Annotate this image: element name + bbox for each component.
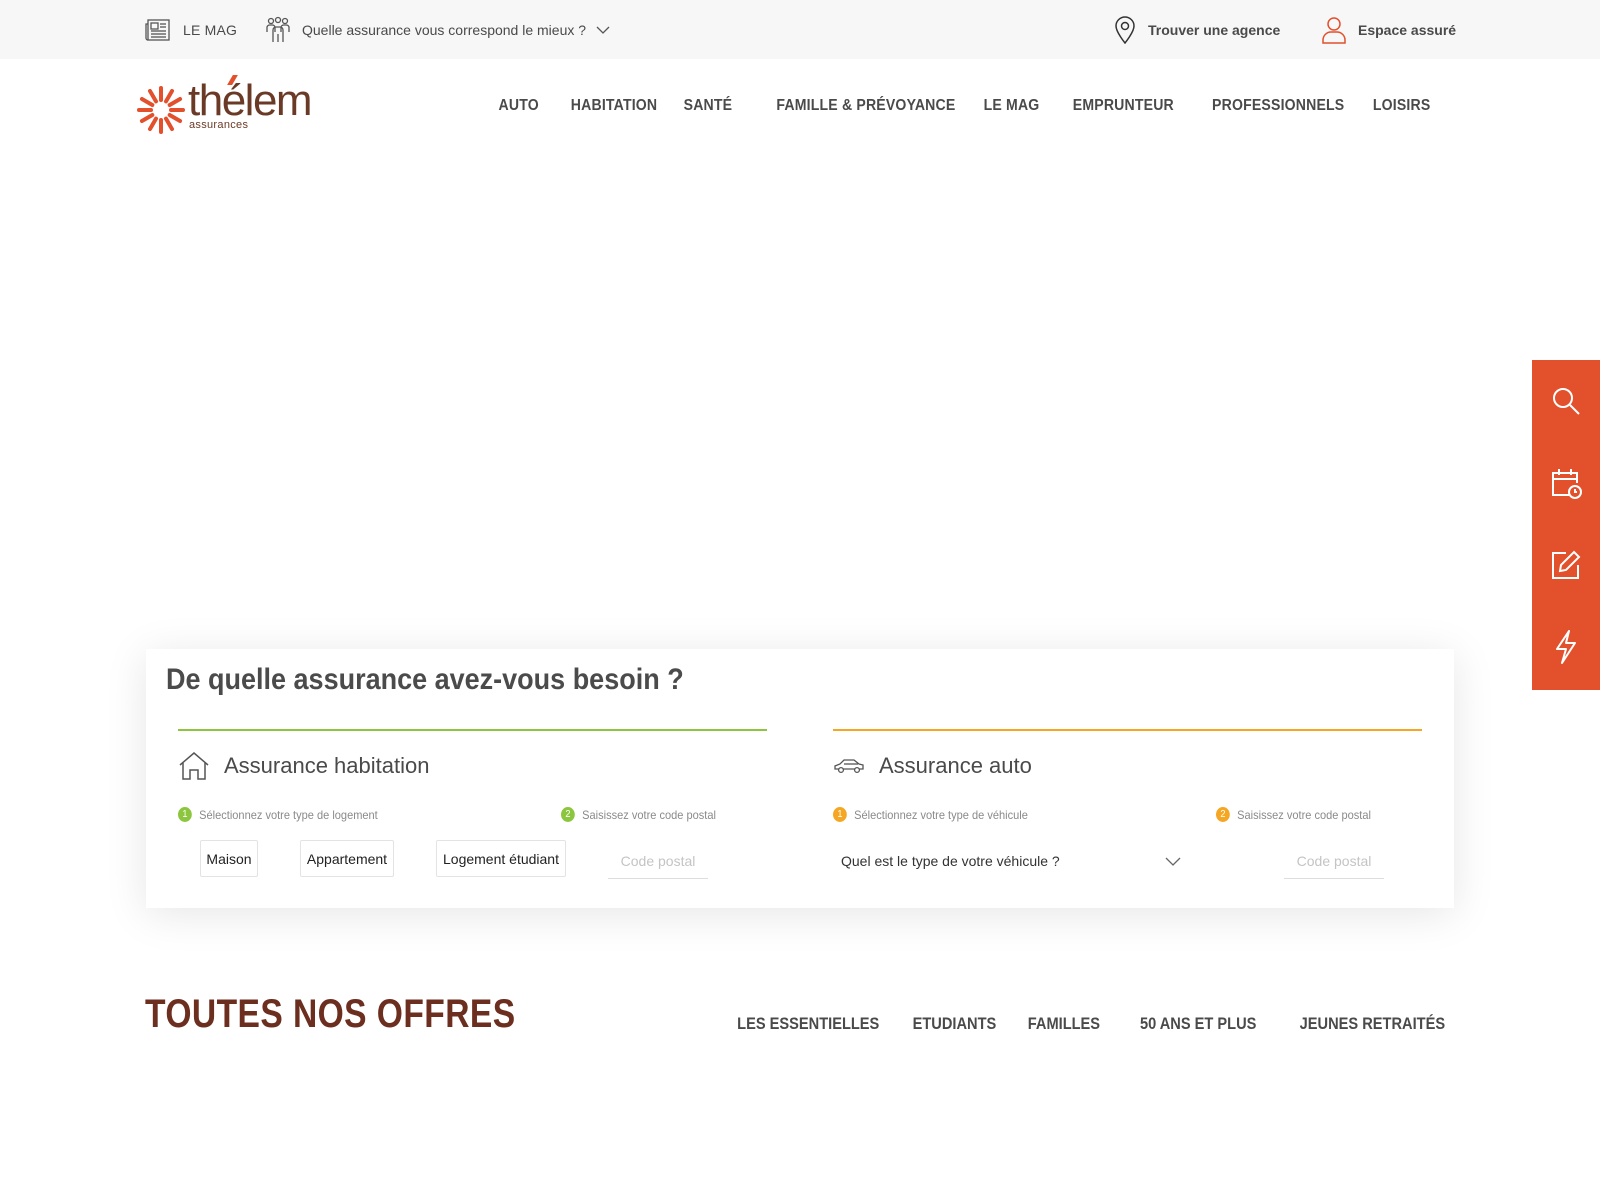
- sidebar-search-button[interactable]: [1532, 360, 1600, 442]
- tab-etudiants[interactable]: ETUDIANTS: [913, 1014, 997, 1034]
- step-number: 1: [178, 807, 192, 822]
- main-nav: AUTO HABITATION SANTÉ FAMILLE & PRÉVOYAN…: [473, 59, 1430, 153]
- auto-step-1: 1 Sélectionnez votre type de véhicule: [833, 807, 1028, 822]
- calendar-clock-icon: [1552, 469, 1582, 499]
- option-logement-etudiant-button[interactable]: Logement étudiant: [436, 840, 566, 877]
- habitation-step-2: 2 Saisissez votre code postal: [561, 807, 716, 822]
- tab-50-ans-et-plus[interactable]: 50 ANS ET PLUS: [1139, 1014, 1255, 1034]
- espace-assure-link[interactable]: Espace assuré: [1322, 0, 1456, 59]
- auto-step-1-label: Sélectionnez votre type de véhicule: [854, 807, 1028, 822]
- step-number: 2: [561, 807, 575, 822]
- nav-item-famille-prevoyance[interactable]: FAMILLE & PRÉVOYANCE: [777, 97, 956, 115]
- step-number: 2: [1216, 807, 1230, 822]
- habitation-postal-code-input[interactable]: [608, 843, 708, 879]
- quelle-assurance-dropdown[interactable]: Quelle assurance vous correspond le mieu…: [264, 0, 610, 59]
- chevron-down-icon: [596, 26, 610, 34]
- chevron-down-icon: [1165, 857, 1181, 866]
- floating-action-bar: [1532, 360, 1600, 690]
- offers-tabs: LES ESSENTIELLES ETUDIANTS FAMILLES 50 A…: [694, 1014, 1445, 1034]
- trouver-agence-label: Trouver une agence: [1148, 21, 1281, 38]
- user-icon: [1322, 16, 1346, 44]
- auto-step-2: 2 Saisissez votre code postal: [1216, 807, 1371, 822]
- auto-step-2-label: Saisissez votre code postal: [1237, 807, 1371, 822]
- trouver-agence-link[interactable]: Trouver une agence: [1114, 0, 1280, 59]
- tab-jeunes-retraites[interactable]: JEUNES RETRAITÉS: [1300, 1014, 1445, 1034]
- map-pin-icon: [1115, 15, 1135, 44]
- le-mag-link[interactable]: LE MAG: [145, 0, 237, 59]
- offers-title: TOUTES NOS OFFRES: [145, 992, 516, 1036]
- insurance-search-card: De quelle assurance avez-vous besoin ? A…: [146, 649, 1454, 908]
- habitation-title: Assurance habitation: [178, 749, 429, 783]
- main-header: thélem assurances AUTO HABITATION SANTÉ …: [0, 59, 1600, 153]
- nav-item-habitation[interactable]: HABITATION: [571, 97, 657, 115]
- vehicle-type-select[interactable]: Quel est le type de votre véhicule ?: [833, 843, 1189, 879]
- sidebar-appointment-button[interactable]: [1532, 442, 1600, 524]
- newspaper-icon: [145, 18, 170, 41]
- hero-banner: [0, 153, 1600, 653]
- habitation-title-label: Assurance habitation: [224, 753, 430, 778]
- tab-familles[interactable]: FAMILLES: [1028, 1014, 1100, 1034]
- auto-divider: [833, 729, 1422, 731]
- auto-column: Assurance auto 1 Sélectionnez votre type…: [833, 729, 1422, 889]
- search-icon: [1553, 388, 1580, 415]
- edit-icon: [1552, 550, 1581, 579]
- auto-title: Assurance auto: [833, 749, 1032, 783]
- nav-item-professionnels[interactable]: PROFESSIONNELS: [1212, 97, 1344, 115]
- people-group-icon: [266, 16, 290, 42]
- habitation-divider: [178, 729, 767, 731]
- sun-logo-icon: [137, 86, 185, 134]
- habitation-step-2-label: Saisissez votre code postal: [582, 807, 716, 822]
- lightning-icon: [1556, 630, 1576, 664]
- quelle-assurance-label: Quelle assurance vous correspond le mieu…: [302, 21, 587, 38]
- thelem-logo[interactable]: thélem assurances: [136, 75, 313, 137]
- logo-subtitle: assurances: [189, 119, 249, 131]
- nav-item-auto[interactable]: AUTO: [499, 97, 539, 115]
- option-appartement-button[interactable]: Appartement: [300, 840, 394, 877]
- habitation-step-1-label: Sélectionnez votre type de logement: [199, 807, 378, 822]
- auto-title-label: Assurance auto: [879, 753, 1032, 778]
- house-icon: [179, 752, 209, 780]
- utility-bar: LE MAG Quelle assurance vous correspond …: [0, 0, 1600, 59]
- sidebar-quote-button[interactable]: [1532, 524, 1600, 606]
- tab-les-essentielles[interactable]: LES ESSENTIELLES: [737, 1014, 879, 1034]
- car-icon: [834, 759, 864, 774]
- step-number: 1: [833, 807, 847, 822]
- le-mag-label: LE MAG: [183, 21, 238, 38]
- nav-item-sante[interactable]: SANTÉ: [684, 97, 733, 115]
- espace-assure-label: Espace assuré: [1358, 21, 1457, 38]
- nav-item-emprunteur[interactable]: EMPRUNTEUR: [1073, 97, 1174, 115]
- habitation-step-1: 1 Sélectionnez votre type de logement: [178, 807, 378, 822]
- sidebar-quick-button[interactable]: [1532, 606, 1600, 688]
- auto-postal-code-input[interactable]: [1284, 843, 1384, 879]
- nav-item-loisirs[interactable]: LOISIRS: [1372, 97, 1430, 115]
- nav-item-le-mag[interactable]: LE MAG: [983, 97, 1039, 115]
- search-card-title: De quelle assurance avez-vous besoin ?: [166, 663, 684, 696]
- option-maison-button[interactable]: Maison: [200, 840, 258, 877]
- habitation-column: Assurance habitation 1 Sélectionnez votr…: [178, 729, 767, 889]
- vehicle-type-select-value: Quel est le type de votre véhicule ?: [841, 853, 1060, 869]
